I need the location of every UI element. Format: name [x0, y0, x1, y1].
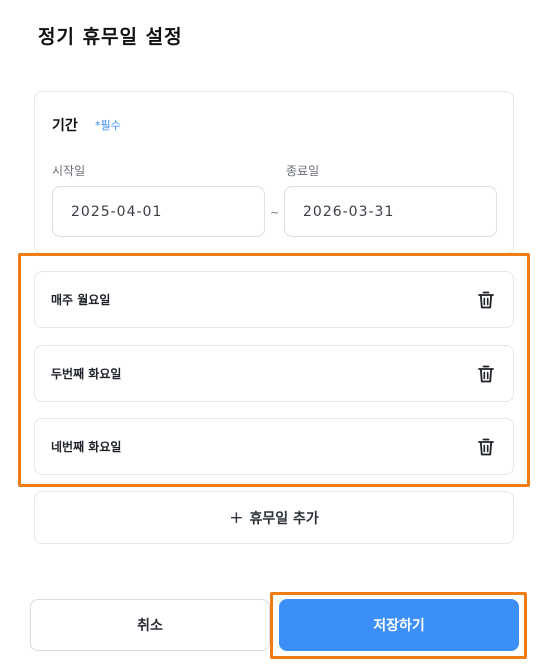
period-card: 기간 *필수 시작일 종료일 2025-04-01 ~ 2026-03-31: [34, 91, 514, 254]
end-date-input[interactable]: 2026-03-31: [284, 186, 497, 237]
holiday-name: 매주 월요일: [51, 293, 111, 307]
date-range-separator: ~: [270, 206, 280, 219]
start-date-value: 2025-04-01: [71, 203, 163, 220]
cancel-label: 취소: [137, 618, 163, 634]
trash-icon[interactable]: [477, 290, 495, 310]
end-date-value: 2026-03-31: [303, 203, 395, 220]
trash-icon[interactable]: [477, 364, 495, 384]
add-holiday-label: 휴무일 추가: [249, 510, 319, 527]
plus-icon: +: [229, 507, 244, 528]
end-date-label: 종료일: [286, 164, 320, 178]
delete-holiday-button[interactable]: [477, 290, 495, 310]
period-label: 기간: [52, 118, 78, 134]
start-date-input[interactable]: 2025-04-01: [52, 186, 265, 237]
cancel-button[interactable]: 취소: [30, 599, 270, 651]
save-label: 저장하기: [373, 618, 425, 634]
delete-holiday-button[interactable]: [477, 437, 495, 457]
required-badge: *필수: [95, 119, 121, 132]
save-button[interactable]: 저장하기: [279, 599, 519, 651]
trash-icon[interactable]: [477, 437, 495, 457]
holiday-name: 두번째 화요일: [51, 367, 122, 381]
page-title: 정기 휴무일 설정: [38, 26, 183, 48]
delete-holiday-button[interactable]: [477, 364, 495, 384]
holiday-item: 매주 월요일: [34, 271, 514, 328]
add-holiday-button[interactable]: + 휴무일 추가: [34, 491, 514, 544]
holiday-name: 네번째 화요일: [51, 440, 122, 454]
holiday-item: 두번째 화요일: [34, 345, 514, 402]
start-date-label: 시작일: [52, 164, 86, 178]
holiday-item: 네번째 화요일: [34, 418, 514, 475]
